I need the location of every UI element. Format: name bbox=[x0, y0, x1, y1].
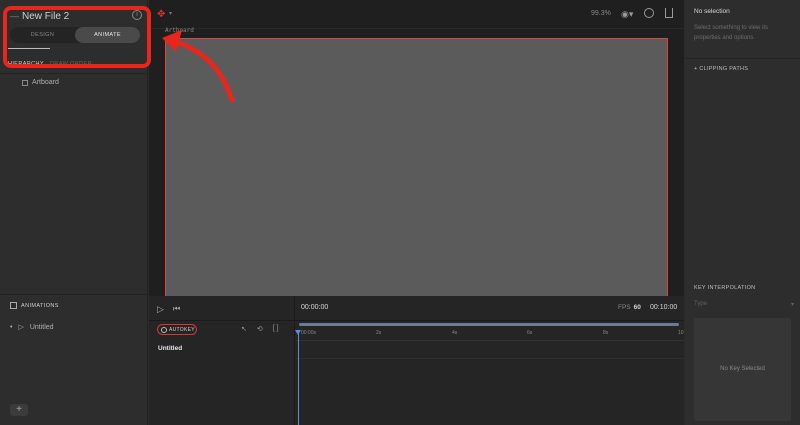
type-label: Type bbox=[694, 301, 708, 307]
ruler-divider bbox=[296, 340, 684, 341]
tree-item-label: Artboard bbox=[32, 79, 59, 86]
eye-icon[interactable]: ◉▾ bbox=[621, 9, 633, 20]
loop-icon[interactable]: ⟲ bbox=[257, 325, 263, 333]
tick-label: 10 bbox=[678, 330, 684, 336]
film-icon bbox=[10, 302, 17, 309]
top-toolbar: ✥ ▾ 99.3% ◉▾ bbox=[149, 0, 684, 28]
animations-section: ANIMATIONS • ▷ Untitled + bbox=[0, 294, 148, 425]
timeline-sidebar: ▷ ⏮ AUTOKEY ↖ ⟲ [ ] Untitled bbox=[149, 296, 295, 425]
key-interpolation-label: KEY INTERPOLATION bbox=[694, 285, 756, 291]
current-time: 00:00:00 bbox=[301, 304, 329, 311]
tick-label: 00:00s bbox=[301, 330, 317, 336]
highlight-box bbox=[3, 6, 151, 68]
play-icon[interactable]: ▷ bbox=[157, 304, 164, 315]
tick-label: 4s bbox=[452, 330, 458, 336]
playhead[interactable] bbox=[298, 332, 299, 425]
canvas-area: ✥ ▾ 99.3% ◉▾ Artboard ▷ ⏮ AUTOKEY ↖ ⟲ [ … bbox=[149, 0, 684, 425]
animation-name: Untitled bbox=[29, 323, 54, 331]
autokey-button[interactable]: AUTOKEY bbox=[157, 324, 197, 335]
animation-list-item[interactable]: • ▷ Untitled bbox=[10, 323, 54, 332]
animations-label: ANIMATIONS bbox=[21, 302, 59, 309]
key-interpolation-box: No Key Selected bbox=[694, 318, 791, 421]
record-icon bbox=[161, 326, 167, 333]
divider bbox=[0, 73, 148, 74]
artboard-label: Artboard bbox=[165, 27, 194, 34]
tick-label: 2s bbox=[376, 330, 382, 336]
add-animation-button[interactable]: + bbox=[10, 404, 28, 416]
timeline-tools: ↖ ⟲ [ ] bbox=[241, 325, 279, 333]
divider bbox=[685, 58, 800, 59]
toolbar-divider bbox=[149, 28, 684, 29]
settings-icon[interactable] bbox=[644, 8, 654, 18]
playhead-handle[interactable] bbox=[295, 330, 301, 335]
pointer-icon[interactable]: ↖ bbox=[241, 325, 247, 333]
time-ruler[interactable]: 00:00s 2s 4s 6s 8s 10 bbox=[299, 330, 684, 340]
tree-item-artboard[interactable]: Artboard bbox=[22, 79, 59, 86]
work-area-range[interactable] bbox=[299, 323, 679, 326]
skip-back-icon[interactable]: ⏮ bbox=[173, 304, 180, 314]
clipping-paths-header[interactable]: + CLIPPING PATHS bbox=[694, 66, 748, 72]
track-row-divider bbox=[296, 358, 684, 359]
bullet-icon: • bbox=[10, 323, 13, 331]
play-small-icon: ▷ bbox=[18, 324, 24, 331]
fps-readout[interactable]: FPS 60 bbox=[618, 304, 641, 311]
export-icon[interactable] bbox=[665, 8, 673, 18]
autokey-label: AUTOKEY bbox=[169, 326, 195, 333]
move-tool-icon[interactable]: ✥ bbox=[157, 9, 165, 20]
chevron-down-icon[interactable]: ▾ bbox=[169, 10, 172, 17]
animations-header: ANIMATIONS bbox=[10, 302, 59, 309]
fps-value: 60 bbox=[633, 304, 641, 311]
chevron-down-icon: ▾ bbox=[790, 302, 794, 308]
fps-label: FPS bbox=[618, 304, 631, 311]
timeline-panel: ▷ ⏮ AUTOKEY ↖ ⟲ [ ] Untitled 00:00:00 FP… bbox=[149, 296, 684, 425]
inspector-panel: No selection Select something to view it… bbox=[685, 0, 800, 425]
tick-label: 8s bbox=[603, 330, 609, 336]
selection-help: Select something to view its properties … bbox=[694, 25, 769, 41]
selection-title: No selection bbox=[694, 8, 730, 15]
clipping-paths-label: CLIPPING PATHS bbox=[699, 66, 749, 72]
duration[interactable]: 00:10:00 bbox=[650, 304, 677, 311]
timeline-animation-name: Untitled bbox=[158, 345, 183, 352]
zoom-level[interactable]: 99.3% bbox=[591, 10, 611, 17]
interpolation-type-select[interactable]: Type ▾ bbox=[694, 301, 794, 308]
artboard-icon bbox=[22, 79, 28, 86]
tick-label: 6s bbox=[527, 330, 533, 336]
artboard[interactable] bbox=[165, 38, 668, 296]
bracket-icon[interactable]: [ ] bbox=[273, 325, 279, 333]
timeline-divider bbox=[149, 320, 684, 321]
